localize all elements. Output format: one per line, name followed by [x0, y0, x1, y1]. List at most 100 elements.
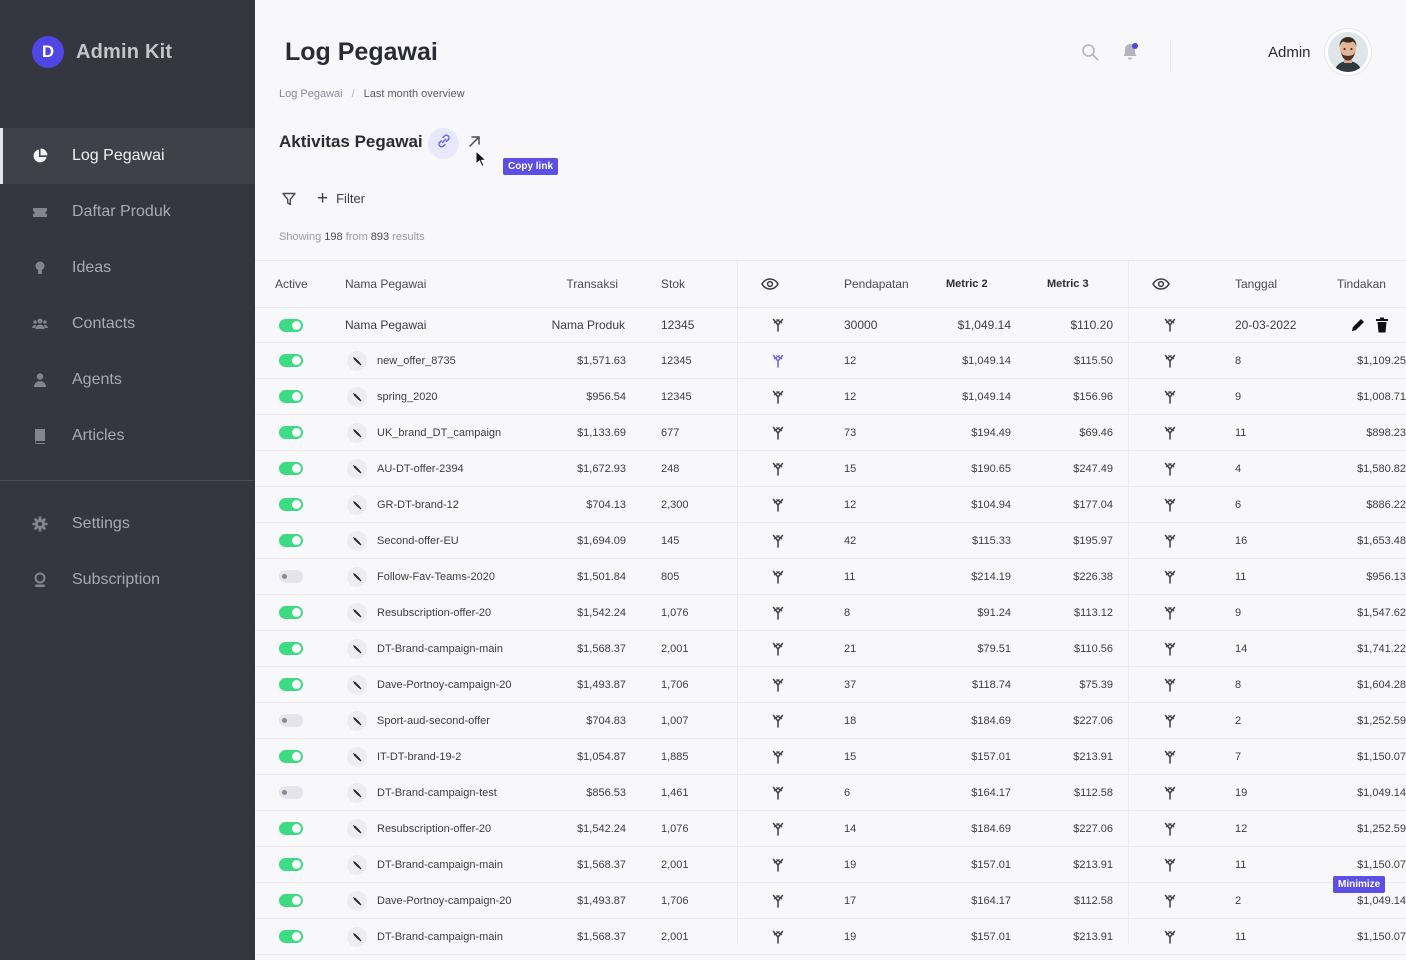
active-toggle[interactable] — [279, 703, 303, 738]
active-toggle[interactable] — [279, 919, 303, 954]
merge-icon[interactable] — [772, 919, 784, 954]
tool-icon — [347, 530, 367, 551]
breadcrumb-item[interactable]: Log Pegawai — [279, 88, 343, 100]
merge-icon[interactable] — [1164, 739, 1176, 774]
merge-icon[interactable] — [1164, 811, 1176, 846]
merge-icon[interactable] — [772, 883, 784, 918]
cell-transaksi: Nama Produk — [551, 318, 625, 332]
sidebar-item-subscription[interactable]: Subscription — [0, 552, 255, 608]
sidebar-item-contacts[interactable]: Contacts — [0, 296, 255, 352]
merge-icon[interactable] — [772, 559, 784, 594]
cell-metric-2: $1,049.14 — [957, 318, 1011, 332]
user-name[interactable]: Admin — [1268, 44, 1311, 61]
eye-icon[interactable] — [761, 261, 779, 307]
results-suffix: results — [392, 231, 425, 243]
merge-icon[interactable] — [1164, 775, 1176, 810]
merge-icon[interactable] — [772, 343, 784, 378]
merge-icon[interactable] — [772, 523, 784, 558]
merge-icon[interactable] — [772, 595, 784, 630]
active-toggle[interactable] — [279, 739, 303, 774]
merge-icon[interactable] — [1164, 883, 1176, 918]
active-toggle[interactable] — [279, 559, 303, 594]
active-toggle[interactable] — [279, 847, 303, 882]
merge-icon[interactable] — [1164, 919, 1176, 954]
merge-icon[interactable] — [772, 415, 784, 450]
merge-icon[interactable] — [772, 703, 784, 738]
column-header-stok[interactable]: Stok — [661, 261, 685, 307]
sidebar-item-log-pegawai[interactable]: Log Pegawai — [0, 128, 255, 184]
merge-icon[interactable] — [1164, 451, 1176, 486]
merge-icon[interactable] — [772, 379, 784, 414]
active-toggle[interactable] — [279, 523, 303, 558]
cell-metric-2: $104.94 — [971, 498, 1011, 511]
active-toggle[interactable] — [279, 775, 303, 810]
active-toggle[interactable] — [279, 595, 303, 630]
merge-icon[interactable] — [1164, 487, 1176, 522]
sidebar-item-ideas[interactable]: Ideas — [0, 240, 255, 296]
merge-icon[interactable] — [772, 667, 784, 702]
merge-icon[interactable] — [772, 308, 784, 342]
cell-pendapatan: 8 — [844, 606, 851, 619]
brand[interactable]: D Admin Kit — [32, 36, 172, 68]
merge-icon[interactable] — [1164, 415, 1176, 450]
column-header-tanggal[interactable]: Tanggal — [1235, 261, 1277, 307]
column-header-metric-3[interactable]: Metric 3 — [1047, 261, 1089, 307]
merge-icon[interactable] — [772, 775, 784, 810]
column-header-transaksi[interactable]: Transaksi — [535, 261, 618, 307]
cell-pendapatan: 19 — [844, 930, 857, 943]
merge-icon[interactable] — [1164, 631, 1176, 666]
merge-icon[interactable] — [1164, 523, 1176, 558]
active-toggle[interactable] — [279, 451, 303, 486]
column-header-metric-2[interactable]: Metric 2 — [946, 261, 988, 307]
merge-icon[interactable] — [1164, 343, 1176, 378]
merge-icon[interactable] — [772, 631, 784, 666]
sidebar-item-daftar-produk[interactable]: Daftar Produk — [0, 184, 255, 240]
column-header-nama-pegawai[interactable]: Nama Pegawai — [345, 261, 426, 307]
delete-icon[interactable] — [1375, 308, 1389, 342]
cell-transaksi: $704.13 — [586, 498, 626, 511]
merge-icon[interactable] — [772, 487, 784, 522]
edit-icon[interactable] — [1350, 308, 1366, 342]
active-toggle[interactable] — [279, 667, 303, 702]
active-toggle[interactable] — [279, 343, 303, 378]
merge-icon[interactable] — [772, 739, 784, 774]
column-header-tindakan[interactable]: Tindakan — [1337, 261, 1386, 307]
merge-icon[interactable] — [1164, 847, 1176, 882]
sidebar-item-agents[interactable]: Agents — [0, 352, 255, 408]
eye-icon[interactable] — [1152, 261, 1170, 307]
cell-name: IT-DT-brand-19-2 — [377, 750, 462, 763]
merge-icon[interactable] — [1164, 559, 1176, 594]
active-toggle[interactable] — [279, 631, 303, 666]
avatar[interactable] — [1325, 29, 1371, 75]
results-prefix: Showing — [279, 231, 322, 243]
active-toggle[interactable] — [279, 487, 303, 522]
merge-icon[interactable] — [772, 811, 784, 846]
merge-icon[interactable] — [1164, 703, 1176, 738]
merge-icon[interactable] — [1164, 308, 1176, 342]
table-row: Resubscription-offer-20 $1,542.24 1,076 14 $… — [255, 811, 1406, 847]
column-header-pendapatan[interactable]: Pendapatan — [844, 261, 909, 307]
active-toggle[interactable] — [279, 308, 303, 342]
bell-icon[interactable] — [1122, 43, 1138, 66]
sidebar-item-articles[interactable]: Articles — [0, 408, 255, 464]
merge-icon[interactable] — [772, 451, 784, 486]
active-toggle[interactable] — [279, 811, 303, 846]
add-filter-button[interactable]: + Filter — [317, 189, 365, 208]
cell-metric-3: $115.50 — [1074, 354, 1113, 367]
merge-icon[interactable] — [1164, 595, 1176, 630]
active-toggle[interactable] — [279, 883, 303, 918]
filter-icon[interactable] — [282, 192, 296, 211]
table-row: Sport-aud-second-offer $704.83 1,007 18 $184… — [255, 703, 1406, 739]
sidebar-item-settings[interactable]: Settings — [0, 496, 255, 552]
cell-tindakan: $1,580.82 — [1357, 462, 1406, 475]
active-toggle[interactable] — [279, 415, 303, 450]
active-toggle[interactable] — [279, 379, 303, 414]
merge-icon[interactable] — [1164, 379, 1176, 414]
merge-icon[interactable] — [1164, 667, 1176, 702]
minimize-button[interactable]: Minimize — [1333, 876, 1386, 893]
column-header-active[interactable]: Active — [275, 261, 308, 307]
merge-icon[interactable] — [772, 847, 784, 882]
cell-pendapatan: 14 — [844, 822, 857, 835]
search-icon[interactable] — [1081, 43, 1099, 66]
copy-link-button[interactable] — [428, 128, 459, 159]
